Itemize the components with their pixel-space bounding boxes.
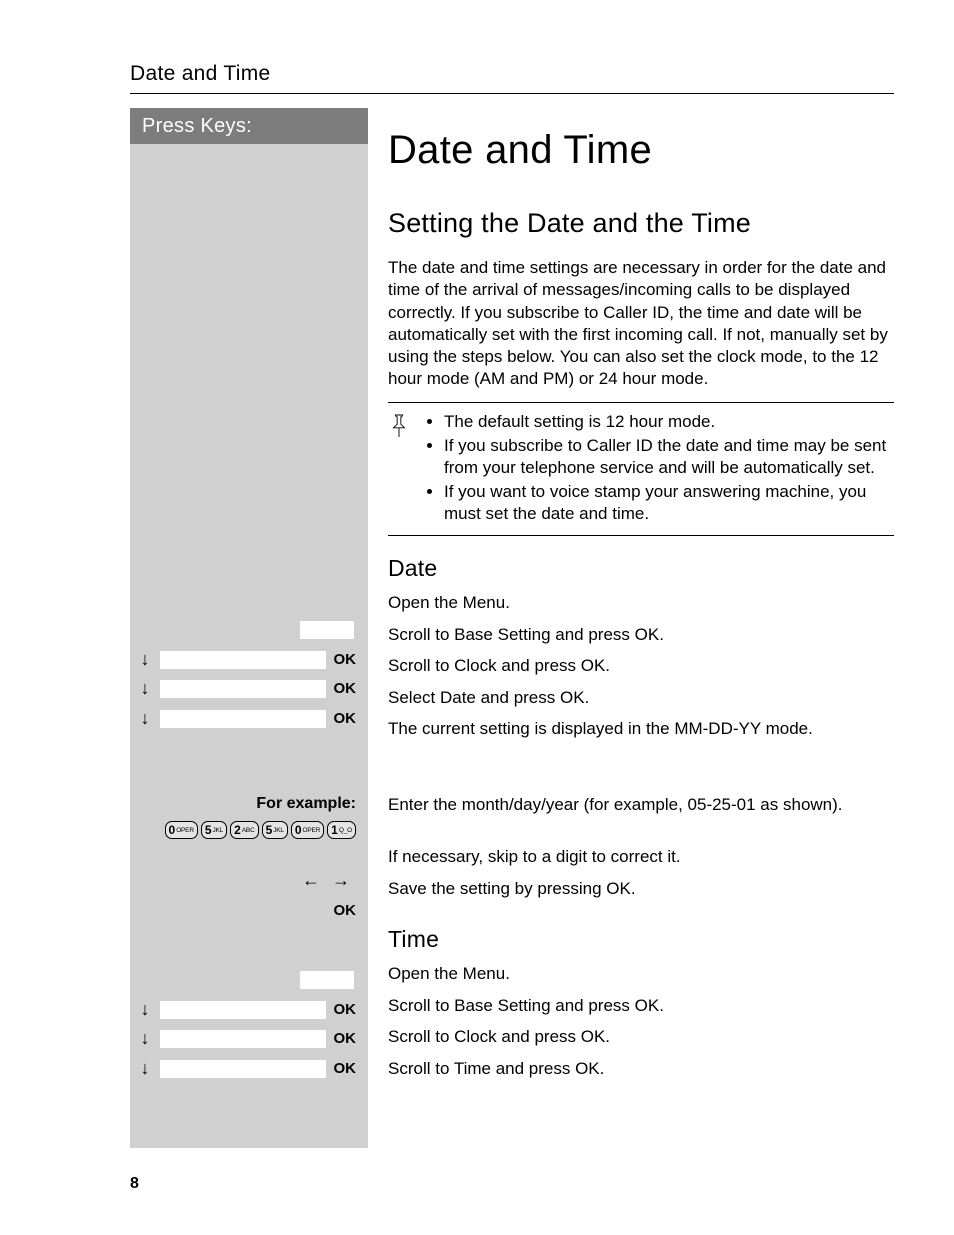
intro-paragraph: The date and time settings are necessary… xyxy=(388,257,894,390)
lcd-strip xyxy=(160,651,326,669)
key-row-ok-only: OK xyxy=(130,901,368,931)
lcd-strip xyxy=(160,1001,326,1019)
step-text: Scroll to Clock and press OK. xyxy=(388,1026,894,1056)
lcd-strip xyxy=(300,971,354,989)
step-text: Scroll to Clock and press OK. xyxy=(388,655,894,685)
spacer xyxy=(388,770,894,794)
arrow-down-icon: ↓ xyxy=(136,709,154,727)
spacer xyxy=(130,144,368,620)
lcd-strip xyxy=(160,1030,326,1048)
step-text: The current setting is displayed in the … xyxy=(388,718,894,768)
section-title: Setting the Date and the Time xyxy=(388,206,894,241)
phone-key-5: 5JKL xyxy=(262,821,288,839)
note-list: The default setting is 12 hour mode. If … xyxy=(424,411,894,527)
ok-key-label: OK xyxy=(332,650,356,670)
spacer xyxy=(130,841,368,871)
step-text: Scroll to Time and press OK. xyxy=(388,1058,894,1088)
key-row-scroll-ok: ↓ OK xyxy=(130,650,368,680)
step-text: If necessary, skip to a digit to correct… xyxy=(388,846,894,876)
spacer xyxy=(130,738,368,794)
arrow-down-icon: ↓ xyxy=(136,1029,154,1047)
arrow-down-icon: ↓ xyxy=(136,650,154,668)
lcd-strip xyxy=(160,680,326,698)
key-row-scroll-ok: ↓ OK xyxy=(130,1059,368,1089)
key-row-scroll-ok: ↓ OK xyxy=(130,1029,368,1059)
ok-key-label: OK xyxy=(332,901,356,921)
ok-key-label: OK xyxy=(332,709,356,729)
spacer xyxy=(130,930,368,970)
time-heading: Time xyxy=(388,925,894,955)
chapter-title: Date and Time xyxy=(388,124,894,176)
pushpin-icon xyxy=(388,411,414,527)
arrow-down-icon: ↓ xyxy=(136,1059,154,1077)
key-row-scroll-ok: ↓ OK xyxy=(130,709,368,739)
step-text: Open the Menu. xyxy=(388,592,894,622)
phone-key-2: 2ABC xyxy=(230,821,258,839)
arrow-down-icon: ↓ xyxy=(136,679,154,697)
page-body: Press Keys: ↓ OK ↓ xyxy=(130,108,894,1148)
step-text: Scroll to Base Setting and press OK. xyxy=(388,995,894,1025)
ok-key-label: OK xyxy=(332,1059,356,1079)
ok-key-label: OK xyxy=(332,679,356,699)
phone-key-1: 1Q_O xyxy=(327,821,356,839)
press-keys-column: Press Keys: ↓ OK ↓ xyxy=(130,108,368,1148)
step-text: Save the setting by pressing OK. xyxy=(388,878,894,908)
for-example-label: For example: xyxy=(130,794,368,821)
key-row-arrows: ← → xyxy=(130,871,368,901)
phone-key-5: 5JKL xyxy=(201,821,227,839)
phone-key-0: 0OPER xyxy=(165,821,198,839)
arrow-left-icon: ← xyxy=(302,871,320,889)
press-keys-header: Press Keys: xyxy=(130,108,368,144)
page-number: 8 xyxy=(130,1174,894,1195)
key-row-scroll-ok: ↓ OK xyxy=(130,1000,368,1030)
content-column: Date and Time Setting the Date and the T… xyxy=(368,108,894,1148)
key-row-menu xyxy=(130,620,368,650)
spacer xyxy=(130,1088,368,1148)
key-row-menu xyxy=(130,970,368,1000)
note-box: The default setting is 12 hour mode. If … xyxy=(388,402,894,536)
note-item: If you want to voice stamp your answerin… xyxy=(444,481,894,525)
ok-key-label: OK xyxy=(332,1000,356,1020)
step-text: Scroll to Base Setting and press OK. xyxy=(388,624,894,654)
lcd-strip xyxy=(160,1060,326,1078)
step-text: Open the Menu. xyxy=(388,963,894,993)
ok-key-label: OK xyxy=(332,1029,356,1049)
lcd-strip xyxy=(300,621,354,639)
example-keypad-row: 0OPER 5JKL 2ABC 5JKL 0OPER 1Q_O xyxy=(130,821,368,839)
step-text: Select Date and press OK. xyxy=(388,687,894,717)
step-text: Enter the month/day/year (for example, 0… xyxy=(388,794,894,844)
arrow-down-icon: ↓ xyxy=(136,1000,154,1018)
running-header: Date and Time xyxy=(130,60,894,94)
arrow-right-icon: → xyxy=(332,871,350,889)
date-heading: Date xyxy=(388,554,894,584)
lcd-strip xyxy=(160,710,326,728)
key-row-scroll-ok: ↓ OK xyxy=(130,679,368,709)
press-keys-body: ↓ OK ↓ OK ↓ OK Fo xyxy=(130,144,368,1148)
phone-key-0: 0OPER xyxy=(291,821,324,839)
manual-page: Date and Time Press Keys: ↓ OK xyxy=(0,0,954,1235)
note-item: The default setting is 12 hour mode. xyxy=(444,411,894,433)
note-item: If you subscribe to Caller ID the date a… xyxy=(444,435,894,479)
